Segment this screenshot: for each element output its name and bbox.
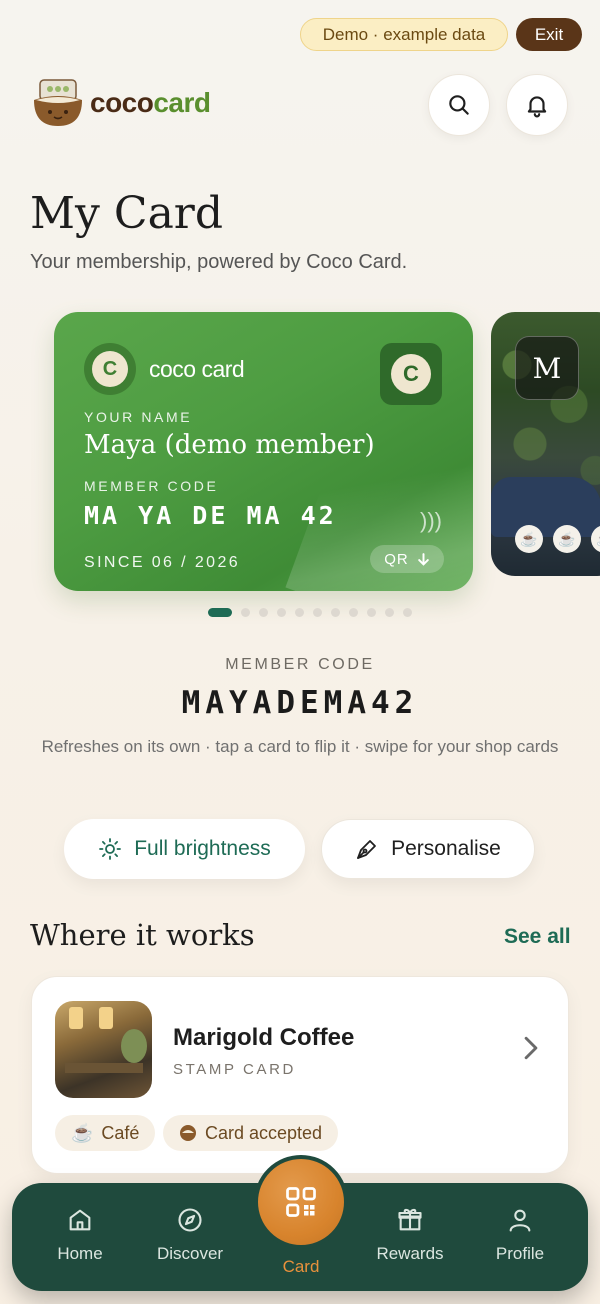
tag-card-accepted: Card accepted <box>163 1115 339 1151</box>
shop-card-peek[interactable]: M ☕ ☕ ☕ <box>491 312 600 576</box>
pen-icon <box>357 840 377 859</box>
tag-label: Card accepted <box>205 1122 323 1143</box>
coffee-stamp-icon: ☕ <box>515 525 543 553</box>
carousel-dot[interactable] <box>241 608 250 617</box>
personalise-label: Personalise <box>391 837 501 860</box>
qr-code-icon <box>286 1187 316 1217</box>
coconut-tree-icon: C <box>391 354 431 394</box>
search-icon <box>449 95 469 115</box>
carousel-dot[interactable] <box>295 608 304 617</box>
compass-icon <box>178 1208 202 1232</box>
app-logo: cococard <box>32 78 211 128</box>
card-member-code: MA YA DE MA 42 <box>84 501 337 530</box>
card-name-label: YOUR NAME <box>84 409 193 425</box>
shop-type: STAMP CARD <box>173 1061 296 1078</box>
coffee-cup-icon: ☕ <box>71 1122 94 1143</box>
full-brightness-label: Full brightness <box>134 837 271 860</box>
card-brand: coco card <box>149 356 245 382</box>
card-logo: C <box>84 343 136 395</box>
notifications-button[interactable] <box>506 74 568 136</box>
carousel-dot[interactable] <box>385 608 394 617</box>
tab-profile[interactable]: Profile <box>465 1206 575 1264</box>
page-subtitle: Your membership, powered by Coco Card. <box>30 251 408 273</box>
tab-card[interactable] <box>254 1155 348 1249</box>
shop-name: Marigold Coffee <box>173 1024 355 1051</box>
chevron-right-icon <box>520 1035 542 1066</box>
coffee-stamp-icon: ☕ <box>591 525 600 553</box>
brand-name-part2: card <box>153 87 211 118</box>
qr-toggle-button[interactable]: QR <box>370 545 444 573</box>
shop-list-item[interactable]: Marigold Coffee STAMP CARD ☕ Café Card a… <box>31 976 569 1174</box>
tab-rewards-label: Rewards <box>376 1244 444 1263</box>
qr-label: QR <box>384 550 409 568</box>
sun-icon <box>99 838 122 860</box>
carousel-dot[interactable] <box>367 608 376 617</box>
page-title: My Card <box>30 188 223 239</box>
tag-cafe: ☕ Café <box>55 1115 156 1151</box>
card-brand-badge: C <box>380 343 442 405</box>
gift-icon <box>398 1208 422 1231</box>
contactless-icon: ))) <box>420 508 442 533</box>
member-code: MAYADEMA42 <box>181 685 419 721</box>
exit-button[interactable]: Exit <box>516 18 582 51</box>
carousel-dot[interactable] <box>313 608 322 617</box>
full-brightness-button[interactable]: Full brightness <box>64 819 305 879</box>
tab-rewards[interactable]: Rewards <box>355 1206 465 1264</box>
card-holder-name: Maya (demo member) <box>84 430 375 460</box>
carousel-dot[interactable] <box>277 608 286 617</box>
member-code-hint: Refreshes on its own · tap a card to fli… <box>41 737 559 756</box>
shop-photo <box>55 1001 152 1098</box>
tab-discover[interactable]: Discover <box>135 1206 245 1264</box>
card-since: SINCE 06 / 2026 <box>84 554 241 571</box>
member-code-label: MEMBER CODE <box>225 656 375 673</box>
carousel-dot[interactable] <box>403 608 412 617</box>
brand-name-part1: coco <box>90 87 154 118</box>
personalise-button[interactable]: Personalise <box>321 819 535 879</box>
carousel-indicator[interactable] <box>208 608 412 617</box>
tab-profile-label: Profile <box>495 1244 545 1263</box>
arrow-down-icon <box>417 552 429 566</box>
shop-initial-badge: M <box>515 336 579 400</box>
see-all-link[interactable]: See all <box>504 925 571 949</box>
home-icon <box>69 1209 91 1231</box>
coconut-logo-icon <box>34 79 82 126</box>
search-button[interactable] <box>428 74 490 136</box>
tab-discover-label: Discover <box>156 1244 224 1263</box>
carousel-dot[interactable] <box>259 608 268 617</box>
card-code-label: MEMBER CODE <box>84 478 219 494</box>
tab-home[interactable]: Home <box>25 1206 135 1264</box>
tag-label: Café <box>101 1122 140 1143</box>
coffee-stamp-icon: ☕ <box>553 525 581 553</box>
coconut-icon <box>180 1125 196 1141</box>
carousel-dot[interactable] <box>331 608 340 617</box>
where-it-works-title: Where it works <box>30 918 255 952</box>
tab-card-label: Card <box>282 1257 320 1276</box>
tab-home-label: Home <box>57 1244 103 1263</box>
demo-badge: Demo · example data <box>300 18 508 51</box>
person-icon <box>509 1209 531 1232</box>
carousel-dot[interactable] <box>208 608 232 617</box>
carousel-dot[interactable] <box>349 608 358 617</box>
bell-icon <box>527 96 547 118</box>
coconut-tree-icon: C <box>92 351 128 387</box>
membership-card[interactable]: C coco card C YOUR NAME Maya (demo membe… <box>54 312 473 591</box>
